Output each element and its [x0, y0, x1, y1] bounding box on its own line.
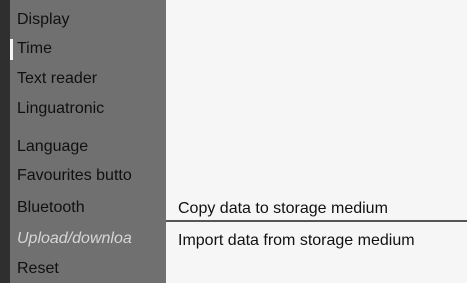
menu-item-upload-download[interactable]: Upload/downloa: [17, 227, 166, 251]
settings-screen: Display Time Text reader Linguatronic La…: [0, 0, 467, 283]
menu-item-reset[interactable]: Reset: [17, 257, 166, 281]
menu-position-marker: [10, 39, 13, 60]
menu-item-bluetooth[interactable]: Bluetooth: [17, 196, 166, 220]
settings-menu: Display Time Text reader Linguatronic La…: [10, 0, 166, 283]
submenu-divider: [166, 220, 467, 222]
menu-item-time[interactable]: Time: [17, 37, 166, 61]
menu-item-language[interactable]: Language: [17, 135, 166, 159]
submenu-panel: Copy data to storage medium Import data …: [166, 0, 467, 283]
submenu-item-copy-data[interactable]: Copy data to storage medium: [178, 198, 388, 220]
menu-item-linguatronic[interactable]: Linguatronic: [17, 97, 166, 121]
menu-item-display[interactable]: Display: [17, 8, 166, 32]
menu-item-favourites-button[interactable]: Favourites butto: [17, 164, 166, 188]
submenu-item-import-data[interactable]: Import data from storage medium: [178, 230, 415, 252]
menu-item-text-reader[interactable]: Text reader: [17, 67, 166, 91]
side-edge: [0, 0, 10, 283]
